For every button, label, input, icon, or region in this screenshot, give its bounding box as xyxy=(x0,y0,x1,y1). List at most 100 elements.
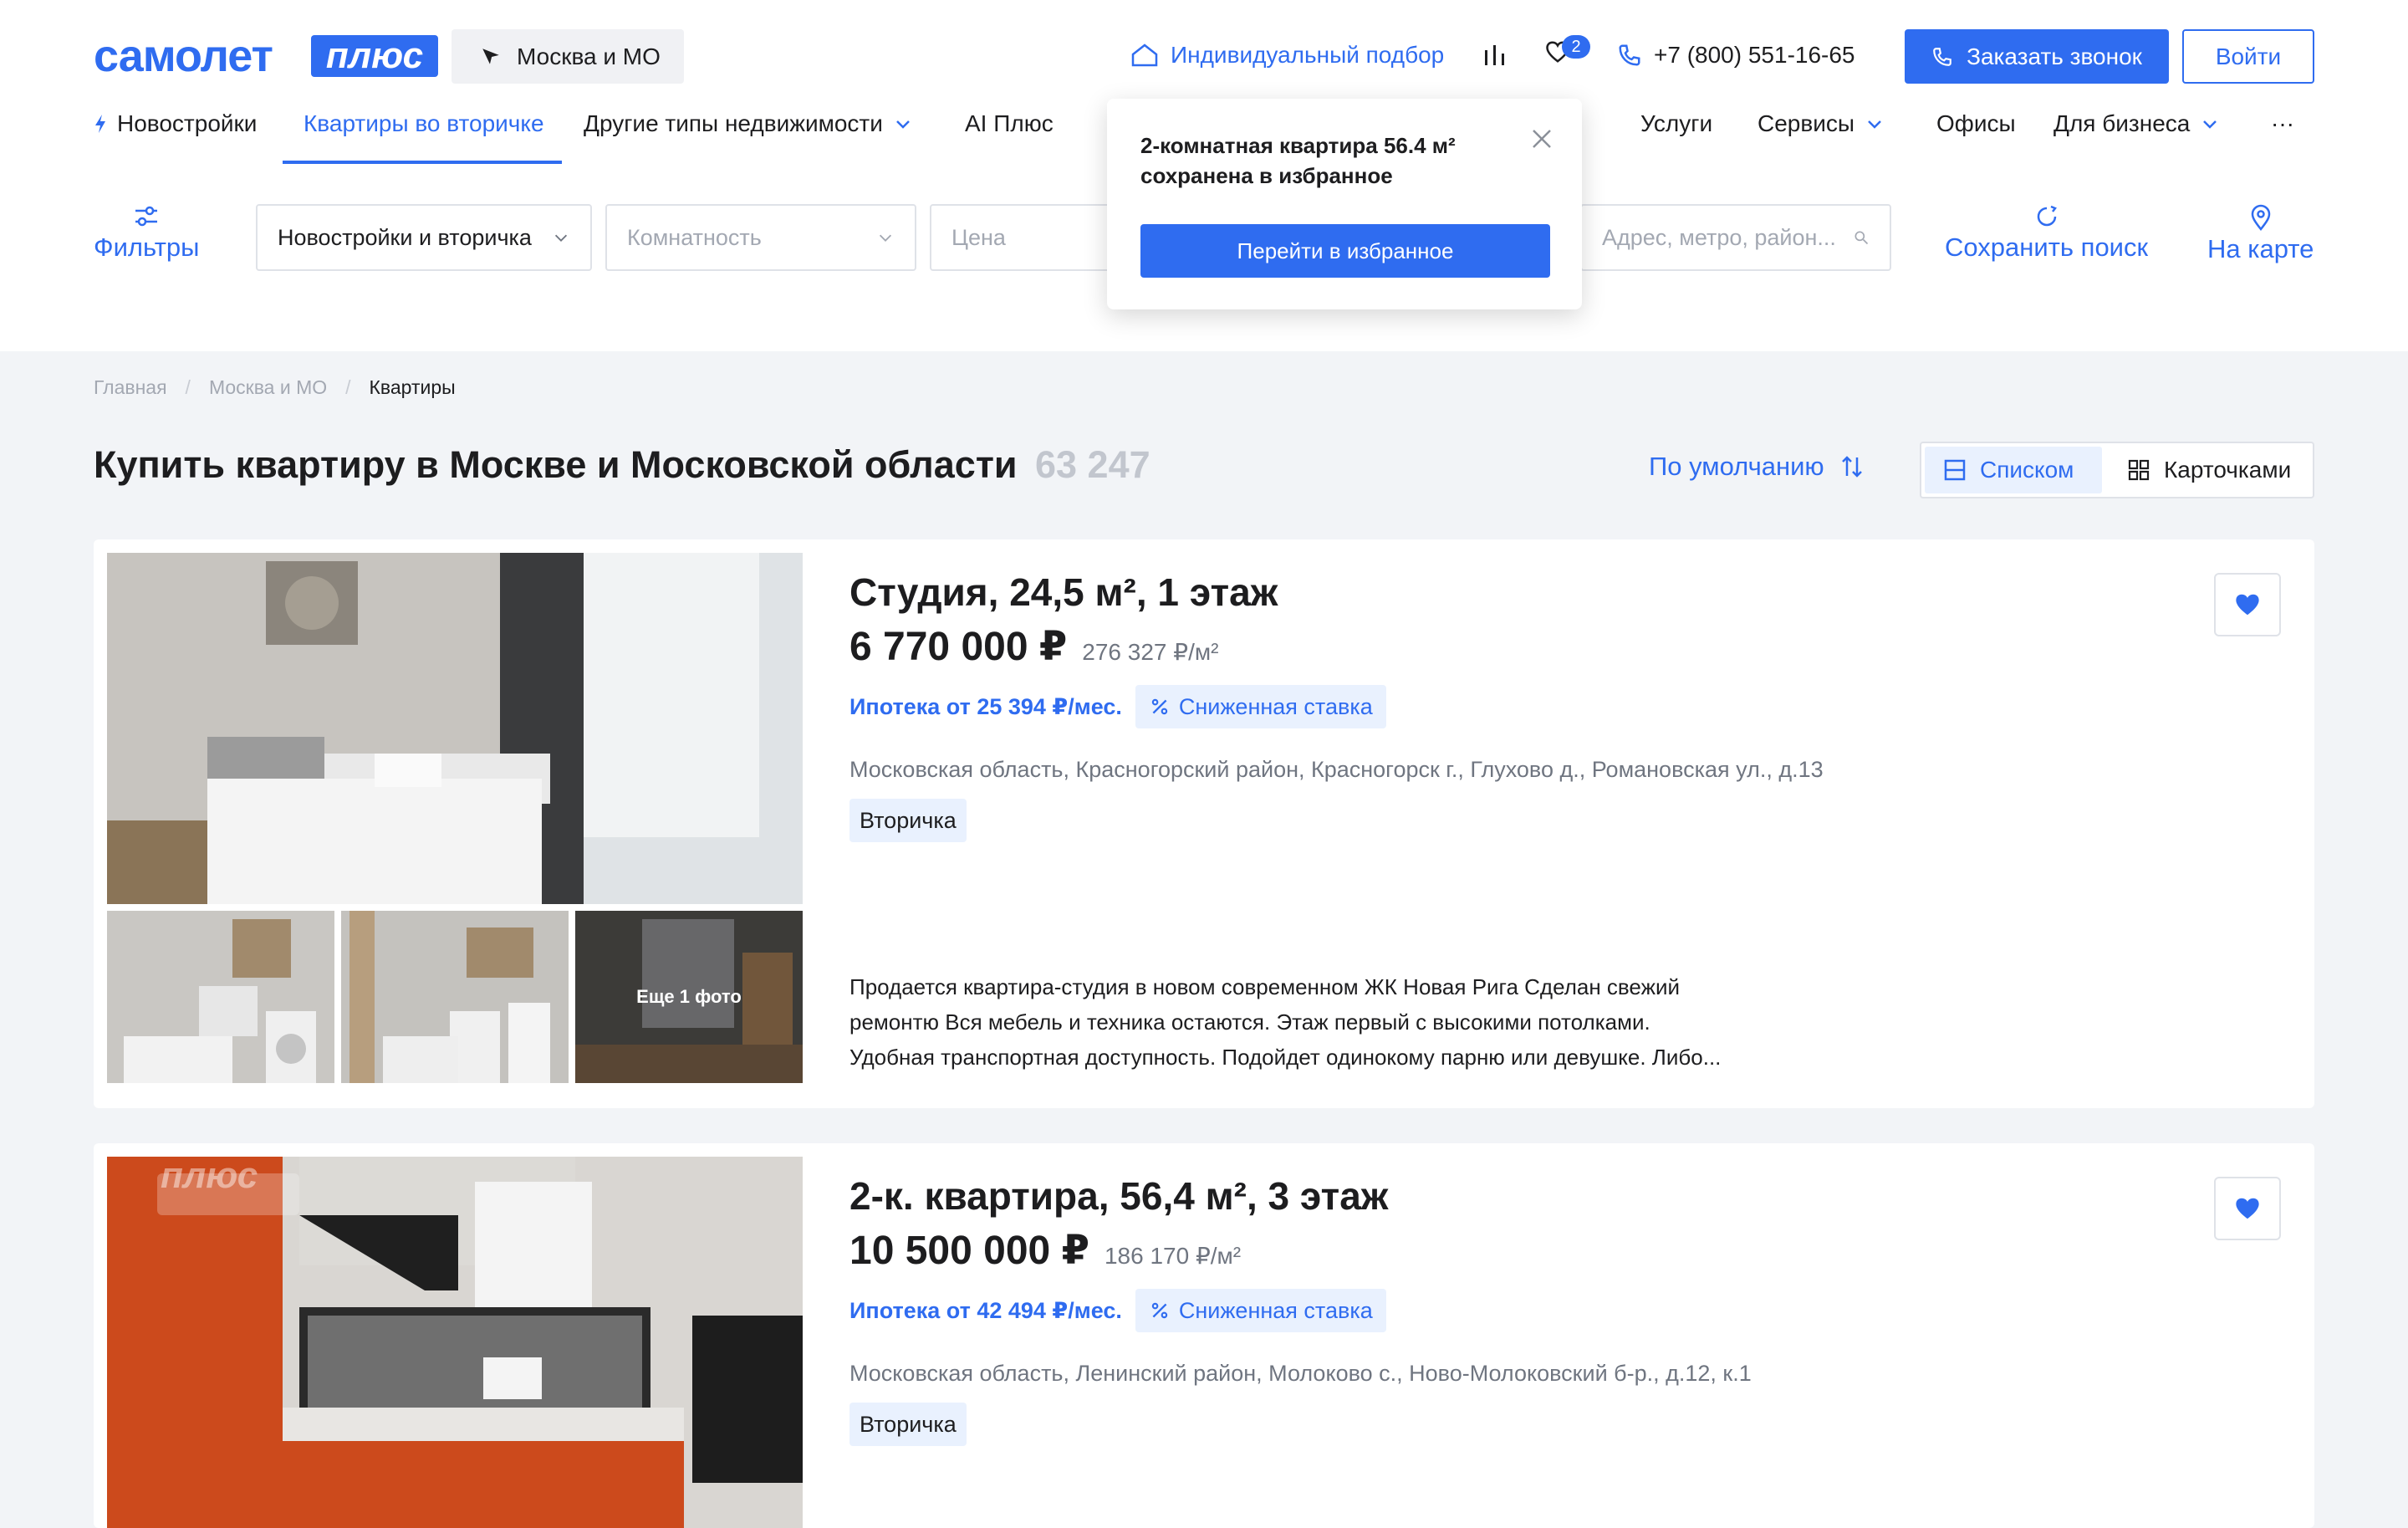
listing-price-row: 10 500 000 ₽ 186 170 ₽/м² xyxy=(849,1227,1241,1274)
individual-selection-link[interactable]: Индивидуальный подбор xyxy=(1130,42,1444,69)
rooms-placeholder: Комнатность xyxy=(627,224,762,250)
close-icon[interactable] xyxy=(1530,127,1553,151)
view-switch: Списком Карточками xyxy=(1920,442,2314,498)
breadcrumb-city[interactable]: Москва и МО xyxy=(209,376,327,399)
listing-tag: Вторичка xyxy=(849,1403,967,1446)
map-label: На карте xyxy=(2207,234,2314,263)
house-icon xyxy=(1131,43,1158,67)
map-view-button[interactable]: На карте xyxy=(2207,204,2314,264)
toast-message: 2-комнатная квартира 56.4 м² сохранена в… xyxy=(1140,133,1456,188)
nav-tools-label: Сервисы xyxy=(1758,110,1855,136)
address-placeholder: Адрес, метро, район... xyxy=(1602,224,1836,250)
go-to-favorites-button[interactable]: Перейти в избранное xyxy=(1140,224,1550,278)
listing-address: Московская область, Красногорский район,… xyxy=(849,757,1824,782)
chevron-down-icon xyxy=(554,234,568,242)
compare-icon[interactable] xyxy=(1483,43,1507,71)
breadcrumb-current: Квартиры xyxy=(369,376,456,398)
results-count: 63 247 xyxy=(1035,443,1150,486)
nav-business[interactable]: Для бизнеса xyxy=(2053,110,2220,137)
reduced-rate-label: Сниженная ставка xyxy=(1178,693,1373,719)
nav-other-types[interactable]: Другие типы недвижимости xyxy=(584,110,913,137)
logo-text[interactable]: самолет xyxy=(94,33,273,79)
breadcrumb-home[interactable]: Главная xyxy=(94,376,167,399)
description-line: Продается квартира-студия в новом соврем… xyxy=(849,974,1681,999)
nav-services[interactable]: Услуги xyxy=(1640,110,1712,137)
reduced-rate-label: Сниженная ставка xyxy=(1178,1297,1373,1323)
login-button[interactable]: Войти xyxy=(2182,29,2314,84)
mortgage-text[interactable]: Ипотека от 25 394 ₽/мес. xyxy=(849,694,1122,720)
save-search-label: Сохранить поиск xyxy=(1945,233,2149,262)
mortgage-row: Ипотека от 42 494 ₽/мес. Сниженная ставк… xyxy=(849,1289,1386,1332)
price-input[interactable]: Цена xyxy=(930,204,1122,271)
nav-ai-plus[interactable]: AI Плюс xyxy=(965,110,1054,137)
chevron-down-icon xyxy=(879,234,892,242)
listing-thumbnail[interactable] xyxy=(107,911,334,1083)
lightning-icon xyxy=(95,115,105,133)
grid-view-icon xyxy=(2128,459,2150,481)
address-search-input[interactable]: Адрес, метро, район... xyxy=(1580,204,1891,271)
nav-offices[interactable]: Офисы xyxy=(1936,110,2016,137)
listing-main-photo[interactable] xyxy=(107,1157,803,1528)
listing-price-per-sqm: 186 170 ₽/м² xyxy=(1104,1243,1242,1269)
listing-price-per-sqm: 276 327 ₽/м² xyxy=(1082,639,1219,665)
reduced-rate-badge: Сниженная ставка xyxy=(1135,685,1386,728)
heart-filled-icon xyxy=(2236,594,2259,616)
favorite-toast-popup: 2-комнатная квартира 56.4 м² сохранена в… xyxy=(1107,99,1582,309)
favorite-button[interactable] xyxy=(2214,1177,2281,1240)
favorites-button[interactable]: 2 xyxy=(1545,35,1590,68)
percent-icon xyxy=(1151,1302,1168,1319)
listing-title[interactable]: Студия, 24,5 м², 1 этаж xyxy=(849,570,1278,615)
listing-price-row: 6 770 000 ₽ 276 327 ₽/м² xyxy=(849,623,1218,670)
chevron-down-icon xyxy=(1868,120,1881,129)
view-cards-label: Карточками xyxy=(2164,457,2292,483)
rooms-select[interactable]: Комнатность xyxy=(605,204,916,271)
nav-tools[interactable]: Сервисы xyxy=(1758,110,1885,137)
breadcrumb-separator: / xyxy=(345,376,351,398)
order-call-label: Заказать звонок xyxy=(1967,43,2142,69)
nav-more[interactable]: ··· xyxy=(2271,110,2294,137)
filters-button[interactable]: Фильтры xyxy=(94,204,199,263)
heart-filled-icon xyxy=(2236,1198,2259,1219)
listing-title[interactable]: 2-к. квартира, 56,4 м², 3 этаж xyxy=(849,1173,1388,1219)
search-icon xyxy=(1854,231,1869,245)
description-line: ремонтю Вся мебель и техника остаются. Э… xyxy=(849,1009,1650,1035)
listing-thumbnail[interactable] xyxy=(341,911,569,1083)
listing-card[interactable]: Еще 1 фото Студия, 24,5 м², 1 этаж 6 770… xyxy=(94,539,2314,1108)
nav-secondary[interactable]: Квартиры во вторичке xyxy=(304,110,544,137)
nav-other-types-label: Другие типы недвижимости xyxy=(584,110,883,136)
listing-main-photo[interactable] xyxy=(107,553,803,904)
breadcrumb-separator: / xyxy=(185,376,191,398)
view-cards-button[interactable]: Карточками xyxy=(2109,447,2309,493)
phone-link[interactable]: +7 (800) 551-16-65 xyxy=(1617,42,1855,69)
order-call-button[interactable]: Заказать звонок xyxy=(1905,29,2169,84)
more-photos-overlay[interactable]: Еще 1 фото xyxy=(575,911,803,1083)
view-list-button[interactable]: Списком xyxy=(1925,447,2102,493)
listing-address: Московская область, Ленинский район, Мол… xyxy=(849,1361,1752,1386)
photo-watermark: плюс xyxy=(161,1155,258,1196)
mortgage-text[interactable]: Ипотека от 42 494 ₽/мес. xyxy=(849,1298,1122,1324)
save-search-button[interactable]: Сохранить поиск xyxy=(1945,204,2148,263)
favorites-count-badge: 2 xyxy=(1562,35,1590,59)
listing-tag: Вторичка xyxy=(849,799,967,842)
listing-price: 6 770 000 ₽ xyxy=(849,625,1068,669)
page-title: Купить квартиру в Москве и Московской об… xyxy=(94,443,1018,486)
phone-number: +7 (800) 551-16-65 xyxy=(1654,42,1855,68)
logo-plus-badge[interactable]: плюс xyxy=(311,35,438,77)
favorite-button[interactable] xyxy=(2214,573,2281,636)
property-type-value: Новостройки и вторичка xyxy=(278,224,532,250)
city-selector[interactable]: Москва и МО xyxy=(452,29,684,84)
nav-new-buildings[interactable]: Новостройки xyxy=(94,110,257,137)
view-list-label: Списком xyxy=(1980,457,2074,483)
phone-icon xyxy=(1933,47,1951,66)
chevron-down-icon xyxy=(2203,120,2217,129)
nav-new-buildings-label: Новостройки xyxy=(117,110,258,136)
map-pin-icon xyxy=(2251,204,2270,231)
description-line: Удобная транспортная доступность. Подойд… xyxy=(849,1045,1722,1070)
sort-select[interactable]: По умолчанию xyxy=(1649,452,1865,482)
percent-icon xyxy=(1151,698,1168,715)
sort-label: По умолчанию xyxy=(1649,452,1824,481)
property-type-select[interactable]: Новостройки и вторичка xyxy=(256,204,592,271)
list-view-icon xyxy=(1944,459,1966,481)
listing-description: Продается квартира-студия в новом соврем… xyxy=(849,969,1811,1075)
listing-card[interactable]: плюс 2-к. квартира, 56,4 м², 3 этаж 10 5… xyxy=(94,1143,2314,1528)
